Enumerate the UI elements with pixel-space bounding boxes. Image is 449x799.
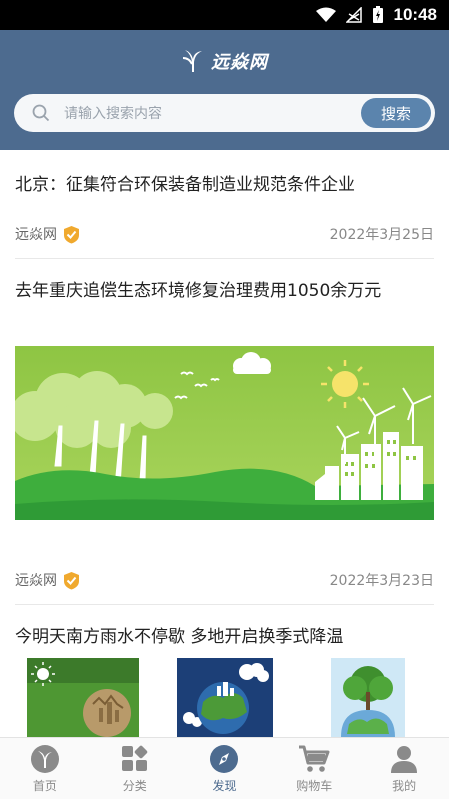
search-bar[interactable]: 请输入搜索内容 搜索 bbox=[14, 94, 435, 132]
leaf-logo-icon bbox=[182, 50, 202, 72]
news-title-text[interactable]: 今明天南方雨水不停歇 多地开启换季式降温 bbox=[15, 622, 434, 647]
news-title[interactable]: 今明天南方雨水不停歇 多地开启换季式降温 bbox=[15, 622, 434, 647]
news-source: 远焱网 bbox=[15, 224, 80, 244]
news-source: 远焱网 bbox=[15, 570, 80, 590]
battery-icon bbox=[372, 6, 383, 23]
tab-profile[interactable]: 我的 bbox=[359, 738, 449, 799]
news-thumbnails bbox=[15, 658, 434, 737]
tab-label: 发现 bbox=[212, 778, 237, 793]
status-time: 10:48 bbox=[393, 5, 437, 24]
tab-home[interactable]: 首页 bbox=[0, 738, 90, 799]
news-image-green-city[interactable] bbox=[10, 346, 434, 520]
tab-label: 购物车 bbox=[296, 778, 333, 793]
source-name: 远焱网 bbox=[15, 573, 57, 589]
search-button[interactable]: 搜索 bbox=[361, 98, 431, 128]
thumbnail-tree-globe[interactable] bbox=[331, 658, 405, 737]
app-header: 远焱网 请输入搜索内容 搜索 bbox=[0, 30, 449, 150]
source-name: 远焱网 bbox=[15, 227, 57, 243]
status-bar: 10:48 bbox=[0, 0, 449, 30]
user-icon bbox=[391, 745, 418, 773]
brand-name: 远焱网 bbox=[211, 52, 268, 72]
grid-icon bbox=[121, 745, 147, 771]
news-date: 2022年3月25日 bbox=[329, 227, 434, 243]
home-logo-icon bbox=[30, 744, 59, 773]
bottom-tab-bar: 首页 分类 发现 购物车 我的 bbox=[0, 737, 449, 799]
news-feed: 北京：征集符合环保装备制造业规范条件企业 远焱网 2022年3月25日 去年重庆… bbox=[0, 150, 449, 737]
wifi-icon bbox=[315, 7, 336, 22]
news-date: 2022年3月23日 bbox=[329, 573, 434, 589]
divider bbox=[15, 258, 434, 259]
thumbnail-globe-city[interactable] bbox=[177, 658, 273, 737]
compass-icon bbox=[210, 744, 239, 773]
signal-icon bbox=[345, 7, 362, 23]
tab-discover[interactable]: 发现 bbox=[180, 738, 270, 799]
cart-icon bbox=[299, 745, 330, 772]
tab-category[interactable]: 分类 bbox=[90, 738, 180, 799]
green-city-illustration bbox=[10, 346, 434, 520]
verified-badge-icon bbox=[64, 571, 79, 589]
brand-logo: 远焱网 bbox=[0, 48, 449, 74]
tab-label: 分类 bbox=[122, 778, 147, 793]
divider bbox=[15, 604, 434, 605]
tab-cart[interactable]: 购物车 bbox=[269, 738, 359, 799]
news-title[interactable]: 去年重庆追偿生态环境修复治理费用1050余万元 bbox=[15, 276, 434, 301]
tab-label: 我的 bbox=[392, 778, 417, 793]
news-title-text[interactable]: 去年重庆追偿生态环境修复治理费用1050余万元 bbox=[15, 276, 434, 301]
news-title-text[interactable]: 北京：征集符合环保装备制造业规范条件企业 bbox=[15, 170, 434, 195]
search-input[interactable]: 请输入搜索内容 bbox=[64, 103, 162, 123]
thumbnail-grass-earth[interactable] bbox=[27, 658, 139, 737]
verified-badge-icon bbox=[64, 225, 79, 243]
news-meta: 远焱网 2022年3月25日 bbox=[15, 224, 434, 244]
tab-label: 首页 bbox=[32, 778, 57, 793]
news-meta: 远焱网 2022年3月23日 bbox=[15, 570, 434, 590]
search-icon bbox=[32, 104, 50, 122]
news-title[interactable]: 北京：征集符合环保装备制造业规范条件企业 bbox=[15, 170, 434, 195]
